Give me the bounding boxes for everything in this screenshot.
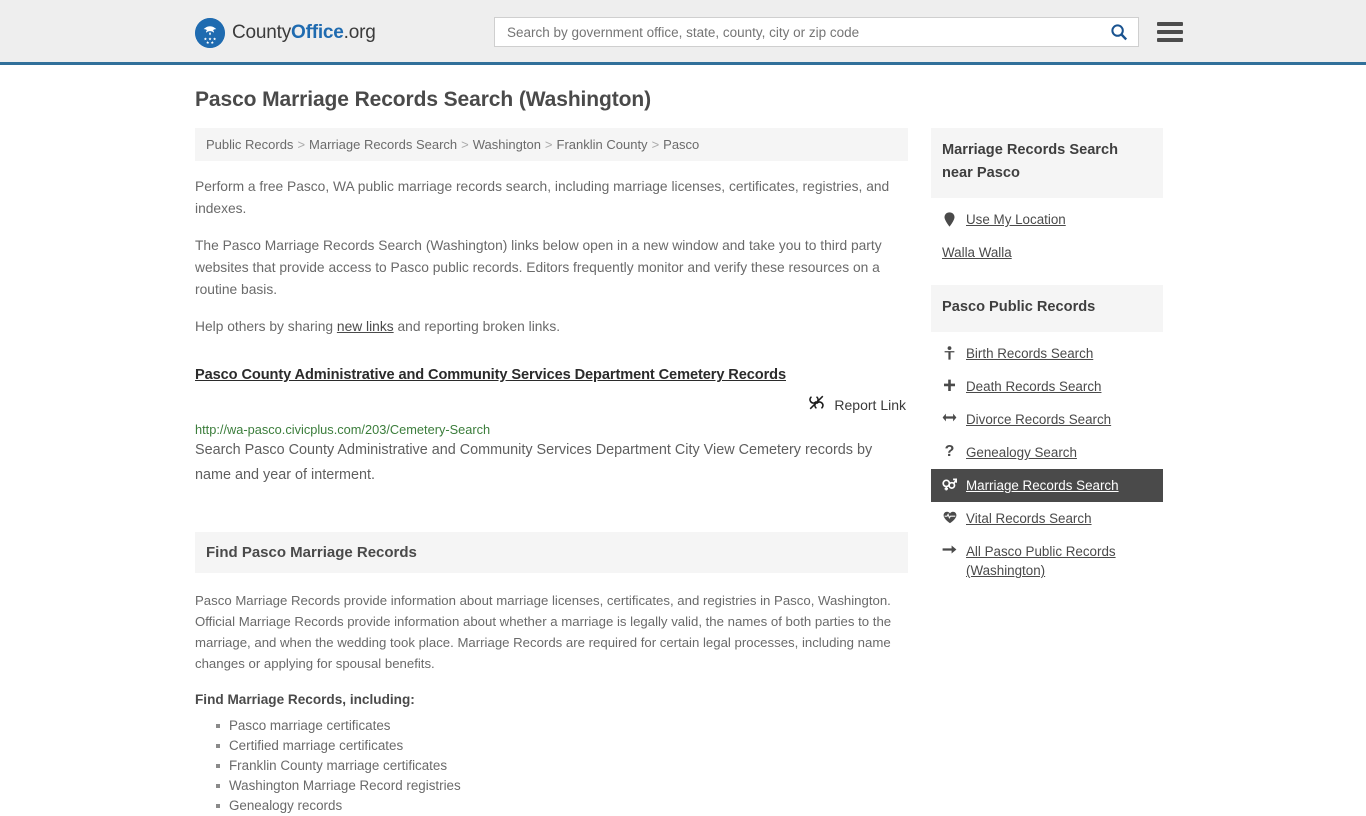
main-content: Public Records > Marriage Records Search > W… bbox=[195, 128, 908, 816]
result-url-link[interactable]: http://wa-pasco.civicplus.com/203/Cemete… bbox=[195, 422, 908, 437]
breadcrumb-separator: > bbox=[297, 137, 306, 152]
sidebar-link-all-public-records[interactable]: All Pasco Public Records (Washington) bbox=[966, 542, 1152, 580]
hamburger-bar bbox=[1157, 38, 1183, 42]
logo-word-office: Office bbox=[291, 22, 344, 43]
result-title-link[interactable]: Pasco County Administrative and Communit… bbox=[195, 367, 908, 383]
sidebar-link-divorce-records[interactable]: Divorce Records Search bbox=[966, 410, 1111, 429]
logo-word-tld: .org bbox=[343, 22, 376, 43]
breadcrumb: Public Records > Marriage Records Search > W… bbox=[195, 128, 908, 161]
sidebar-link-birth-records[interactable]: Birth Records Search bbox=[966, 344, 1093, 363]
breadcrumb-item-public-records[interactable]: Public Records bbox=[206, 137, 293, 152]
sidebar-item-genealogy-search[interactable]: ? Genealogy Search bbox=[931, 436, 1163, 469]
pasco-public-records-heading: Pasco Public Records bbox=[942, 299, 1096, 315]
intro-paragraph-2: The Pasco Marriage Records Search (Washi… bbox=[195, 238, 882, 297]
list-item: Pasco marriage certificates bbox=[216, 716, 908, 736]
breadcrumb-item-franklin-county[interactable]: Franklin County bbox=[557, 137, 648, 152]
new-links-link[interactable]: new links bbox=[337, 319, 394, 334]
report-link-label: Report Link bbox=[834, 397, 906, 413]
near-pasco-panel: Marriage Records Search near Pasco Use M… bbox=[931, 128, 1163, 269]
sidebar-item-birth-records[interactable]: Birth Records Search bbox=[931, 337, 1163, 370]
pasco-public-records-panel-header: Pasco Public Records bbox=[931, 285, 1163, 332]
question-mark-glyph: ? bbox=[944, 443, 955, 460]
find-records-body: Pasco Marriage Records provide informati… bbox=[195, 593, 892, 671]
report-link-button[interactable]: Report Link bbox=[195, 394, 908, 416]
site-header: CountyOffice.org bbox=[0, 0, 1366, 65]
arrow-right-icon bbox=[942, 542, 957, 555]
breadcrumb-separator: > bbox=[544, 137, 553, 152]
find-records-subheading: Find Marriage Records, including: bbox=[195, 692, 415, 707]
page-container: Pasco Marriage Records Search (Washingto… bbox=[0, 88, 1366, 816]
hamburger-menu-icon[interactable] bbox=[1157, 22, 1183, 42]
search-box[interactable] bbox=[494, 17, 1139, 47]
share-text-before: Help others by sharing bbox=[195, 319, 337, 334]
breadcrumb-item-pasco[interactable]: Pasco bbox=[663, 137, 699, 152]
breadcrumb-item-marriage-records-search[interactable]: Marriage Records Search bbox=[309, 137, 457, 152]
breadcrumb-separator: > bbox=[651, 137, 660, 152]
search-input[interactable] bbox=[505, 18, 1108, 46]
arrows-left-right-icon bbox=[942, 410, 957, 423]
pasco-public-records-list: Birth Records Search Death Records Searc… bbox=[931, 332, 1163, 587]
sidebar-link-genealogy-search[interactable]: Genealogy Search bbox=[966, 443, 1077, 462]
heart-pulse-icon bbox=[942, 509, 957, 524]
sidebar-item-vital-records[interactable]: Vital Records Search bbox=[931, 502, 1163, 535]
nearby-place-row[interactable]: Walla Walla bbox=[931, 236, 1163, 269]
hamburger-bar bbox=[1157, 22, 1183, 26]
question-mark-icon: ? bbox=[942, 443, 957, 460]
pasco-public-records-panel: Pasco Public Records Birth Records Searc… bbox=[931, 285, 1163, 587]
breadcrumb-item-washington[interactable]: Washington bbox=[473, 137, 541, 152]
broken-link-icon bbox=[808, 394, 825, 416]
intro-paragraph-1: Perform a free Pasco, WA public marriage… bbox=[195, 179, 890, 216]
baby-icon bbox=[942, 344, 957, 360]
find-records-section-header: Find Pasco Marriage Records bbox=[195, 532, 908, 573]
find-records-list: Pasco marriage certificates Certified ma… bbox=[195, 716, 908, 816]
sidebar-link-marriage-records[interactable]: Marriage Records Search bbox=[966, 476, 1119, 495]
sidebar-item-all-public-records[interactable]: All Pasco Public Records (Washington) bbox=[931, 535, 1163, 587]
list-item: Franklin County marriage certificates bbox=[216, 756, 908, 776]
site-logo[interactable]: CountyOffice.org bbox=[195, 18, 376, 48]
use-my-location-link[interactable]: Use My Location bbox=[966, 210, 1066, 229]
nearby-place-link-walla-walla[interactable]: Walla Walla bbox=[942, 245, 1012, 260]
near-pasco-panel-body: Use My Location Walla Walla bbox=[931, 198, 1163, 269]
search-icon[interactable] bbox=[1108, 21, 1130, 43]
result-item: Pasco County Administrative and Communit… bbox=[195, 367, 908, 488]
header-search-area bbox=[494, 17, 1183, 47]
sidebar-item-divorce-records[interactable]: Divorce Records Search bbox=[931, 403, 1163, 436]
breadcrumb-separator: > bbox=[461, 137, 469, 152]
sidebar-link-vital-records[interactable]: Vital Records Search bbox=[966, 509, 1092, 528]
sidebar: Marriage Records Search near Pasco Use M… bbox=[931, 128, 1163, 816]
sidebar-item-death-records[interactable]: Death Records Search bbox=[931, 370, 1163, 403]
intro-paragraph-3: Help others by sharing new links and rep… bbox=[195, 316, 908, 338]
share-text-after: and reporting broken links. bbox=[393, 319, 561, 334]
venus-mars-icon bbox=[942, 476, 957, 491]
eagle-shield-logo-icon bbox=[195, 18, 225, 48]
hamburger-bar bbox=[1157, 30, 1183, 34]
list-item: Genealogy records bbox=[216, 796, 908, 816]
sidebar-link-death-records[interactable]: Death Records Search bbox=[966, 377, 1101, 396]
logo-wordmark: CountyOffice.org bbox=[232, 22, 376, 44]
content-columns: Public Records > Marriage Records Search > W… bbox=[195, 128, 1171, 816]
logo-word-county: County bbox=[232, 22, 292, 43]
sidebar-item-marriage-records[interactable]: Marriage Records Search bbox=[931, 469, 1163, 502]
result-description: Search Pasco County Administrative and C… bbox=[195, 442, 873, 483]
near-pasco-heading: Marriage Records Search near Pasco bbox=[942, 142, 1119, 181]
list-item: Washington Marriage Record registries bbox=[216, 776, 908, 796]
find-records-heading: Find Pasco Marriage Records bbox=[206, 544, 417, 561]
map-pin-icon bbox=[942, 210, 957, 227]
list-item: Certified marriage certificates bbox=[216, 736, 908, 756]
use-my-location-row[interactable]: Use My Location bbox=[931, 203, 1163, 236]
page-title: Pasco Marriage Records Search (Washingto… bbox=[195, 88, 651, 111]
near-pasco-panel-header: Marriage Records Search near Pasco bbox=[931, 128, 1163, 198]
cross-icon bbox=[942, 377, 957, 392]
